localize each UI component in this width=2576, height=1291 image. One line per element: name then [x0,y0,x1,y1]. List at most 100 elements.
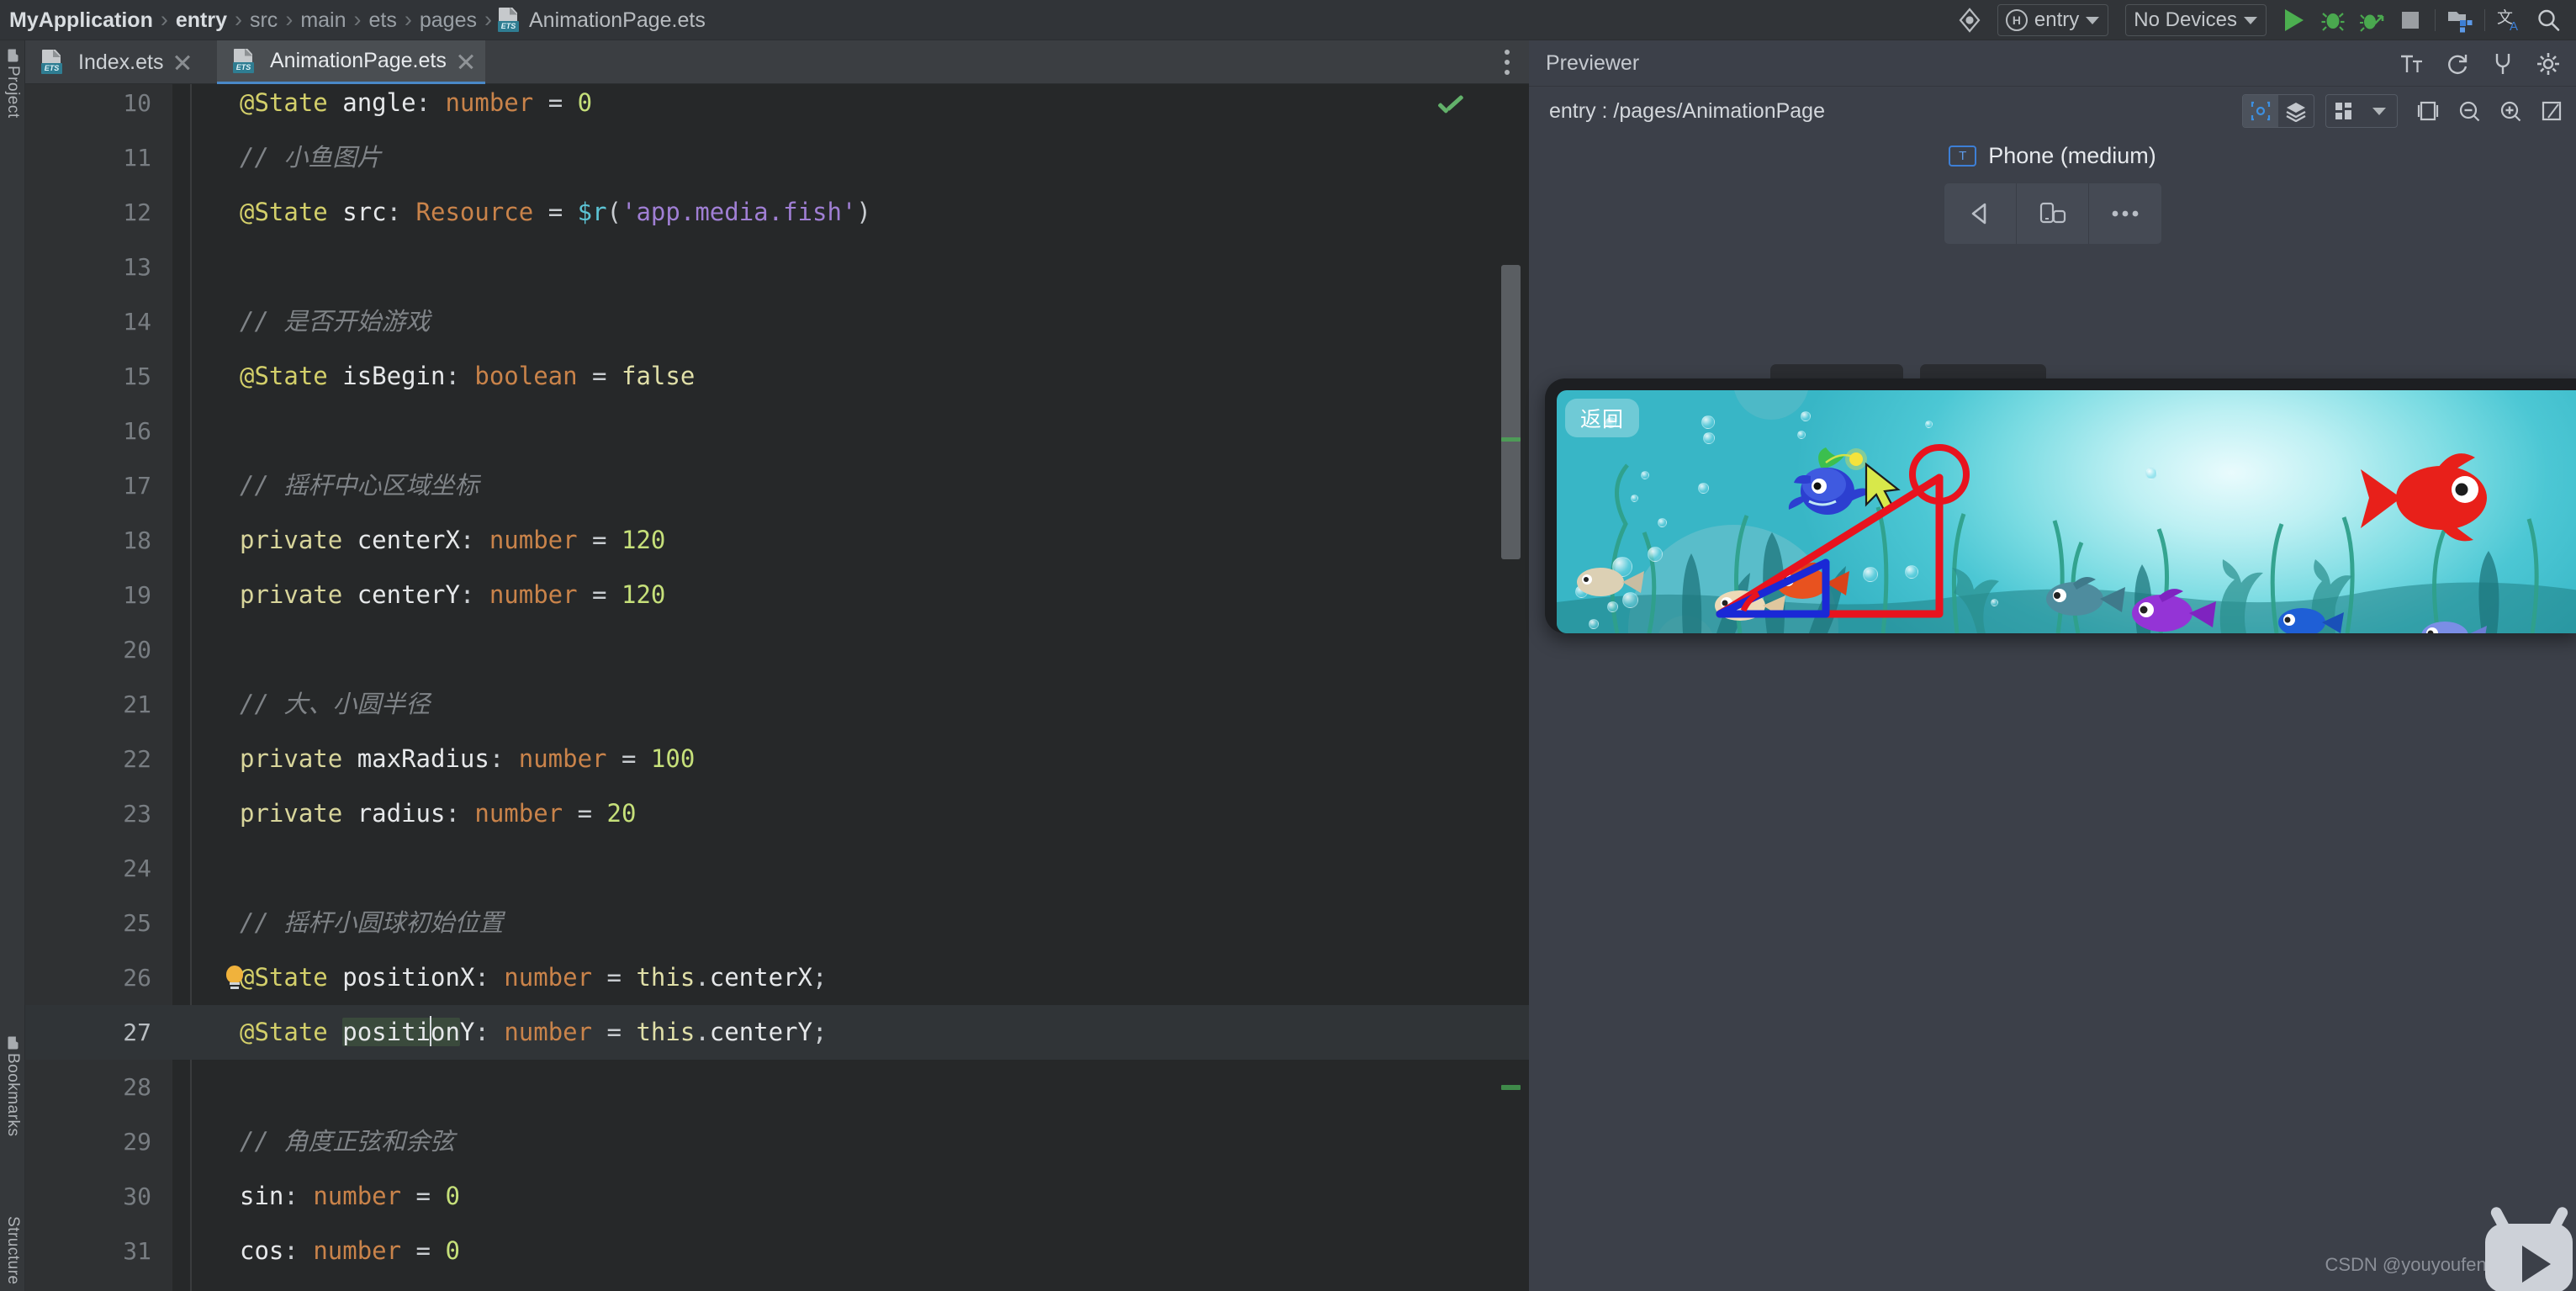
multi-device-group [2325,94,2398,128]
rotate-device-icon[interactable] [2017,183,2089,244]
chevron-down-icon[interactable] [2362,95,2397,127]
code-line[interactable]: 20 [25,622,1529,677]
code-line[interactable]: 27 @State positionY: number = this.center… [25,1005,1529,1060]
close-icon[interactable] [172,51,193,73]
line-number: 20 [123,636,151,664]
close-icon[interactable] [455,50,477,72]
breadcrumb-item-project[interactable]: MyApplication [7,0,156,40]
multi-device-icon[interactable] [2326,95,2362,127]
code-line[interactable]: 24 [25,841,1529,896]
editor-tab-bar: ETS Index.ets ETS AnimationPage.ets [25,40,1529,84]
sidebar-tab-structure[interactable]: Structure [0,1211,25,1285]
line-number: 29 [123,1128,151,1156]
line-number: 15 [123,362,151,390]
breadcrumb-item-file[interactable]: AnimationPage.ets [526,0,708,40]
breadcrumb-item-pages[interactable]: pages [417,0,479,40]
sidebar-tab-bookmarks[interactable]: Bookmarks [0,1033,25,1137]
frame-icon[interactable] [2409,92,2447,130]
code-line[interactable]: 31 cos: number = 0 [25,1224,1529,1278]
device-selector[interactable]: No Devices [2125,4,2267,36]
intention-bulb-icon[interactable] [225,966,244,991]
code-line[interactable]: 12 @State src: Resource = $r('app.media.f… [25,185,1529,240]
line-number: 17 [123,472,151,500]
breadcrumb-item-ets[interactable]: ets [367,0,399,40]
fit-screen-icon[interactable] [2532,92,2571,130]
code-text: private centerY: number = 120 [240,580,666,609]
device-manager-icon[interactable] [1950,2,1989,39]
code-line[interactable]: 30 sin: number = 0 [25,1169,1529,1224]
inspector-icon[interactable] [2243,95,2278,127]
code-line[interactable]: 11 // 小鱼图片 [25,130,1529,185]
bubble [1607,601,1618,612]
line-number: 12 [123,198,151,226]
font-size-icon[interactable] [2391,43,2433,85]
previewer-panel: Previewer entry : /pages/AnimationPage T… [1529,40,2576,1291]
breadcrumb-separator: › [484,7,492,32]
project-structure-button[interactable] [2441,2,2479,39]
code-line[interactable]: 19 private centerY: number = 120 [25,568,1529,622]
bubble [1925,421,1933,428]
code-text: // 摇杆小圆球初始位置 [240,908,504,937]
inspection-ok-icon[interactable] [1437,99,1466,118]
search-icon[interactable] [2529,2,2568,39]
code-text: // 是否开始游戏 [240,307,431,336]
code-line[interactable]: 13 [25,240,1529,294]
code-text: @State positionY: number = this.centerY; [240,1016,828,1046]
breadcrumb-separator: › [353,7,362,32]
plug-icon[interactable] [2482,43,2524,85]
device-action-buttons [1944,183,2161,244]
run-config-selector[interactable]: H entry [1997,4,2109,36]
editor-tab-animationpage[interactable]: ETS AnimationPage.ets [217,40,485,84]
stop-button[interactable] [2391,2,2430,39]
code-line[interactable]: 28 [25,1060,1529,1114]
breadcrumb-item-src[interactable]: src [247,0,280,40]
gear-icon[interactable] [2527,43,2569,85]
translate-icon[interactable]: 文A [2490,2,2529,39]
code-line[interactable]: 16 [25,404,1529,458]
sidebar-tab-label: Structure [4,1216,22,1285]
highlighted-word: position [342,1016,460,1046]
change-marker [1501,437,1521,442]
code-line[interactable]: 15 @State isBegin: boolean = false [25,349,1529,404]
bubble [1991,599,1998,606]
code-text: @State angle: number = 0 [240,88,593,117]
line-number: 19 [123,581,151,609]
code-line[interactable]: 17 // 摇杆中心区域坐标 [25,458,1529,513]
line-number: 21 [123,690,151,718]
editor-tab-index[interactable]: ETS Index.ets [25,40,202,84]
bubble [1701,415,1715,429]
code-line[interactable]: 23 private radius: number = 20 [25,786,1529,841]
code-line[interactable]: 21 // 大、小圆半径 [25,677,1529,732]
back-button[interactable]: 返回 [1565,399,1639,437]
run-button[interactable] [2275,2,2314,39]
code-line[interactable]: 14 // 是否开始游戏 [25,294,1529,349]
editor-tab-options-icon[interactable] [1504,50,1510,75]
code-editor[interactable]: 10 @State angle: number = 0 11 // 小鱼图片 12 @St… [25,84,1529,1291]
layers-icon[interactable] [2278,95,2314,127]
code-line[interactable]: 18 private centerX: number = 120 [25,513,1529,568]
inspect-toggle-group [2242,94,2314,128]
background-orb [1733,390,1809,420]
breadcrumb-item-main[interactable]: main [298,0,348,40]
refresh-icon[interactable] [2436,43,2478,85]
sidebar-tab-project[interactable]: Project [0,45,25,119]
debug-button[interactable] [2314,2,2352,39]
breadcrumb-item-entry[interactable]: entry [173,0,230,40]
code-line[interactable]: 22 private maxRadius: number = 100 [25,732,1529,786]
code-line[interactable]: 26 @State positionX: number = this.center… [25,950,1529,1005]
profile-button[interactable] [2352,2,2391,39]
more-icon[interactable] [2089,183,2161,244]
editor-tab-label: Index.ets [78,50,164,74]
zoom-in-icon[interactable] [2491,92,2530,130]
code-line[interactable]: 10 @State angle: number = 0 [25,84,1529,130]
zoom-out-icon[interactable] [2450,92,2489,130]
line-number: 13 [123,253,151,281]
code-text: @State isBegin: boolean = false [240,362,696,390]
preview-screen[interactable]: 返回 [1557,390,2576,633]
code-content[interactable]: 10 @State angle: number = 0 11 // 小鱼图片 12 @St… [25,84,1529,1291]
editor-scrollbar[interactable] [1501,265,1521,559]
code-line[interactable]: 25 // 摇杆小圆球初始位置 [25,896,1529,950]
back-icon[interactable] [1944,183,2017,244]
code-text: // 摇杆中心区域坐标 [240,471,479,500]
code-line[interactable]: 29 // 角度正弦和余弦 [25,1114,1529,1169]
